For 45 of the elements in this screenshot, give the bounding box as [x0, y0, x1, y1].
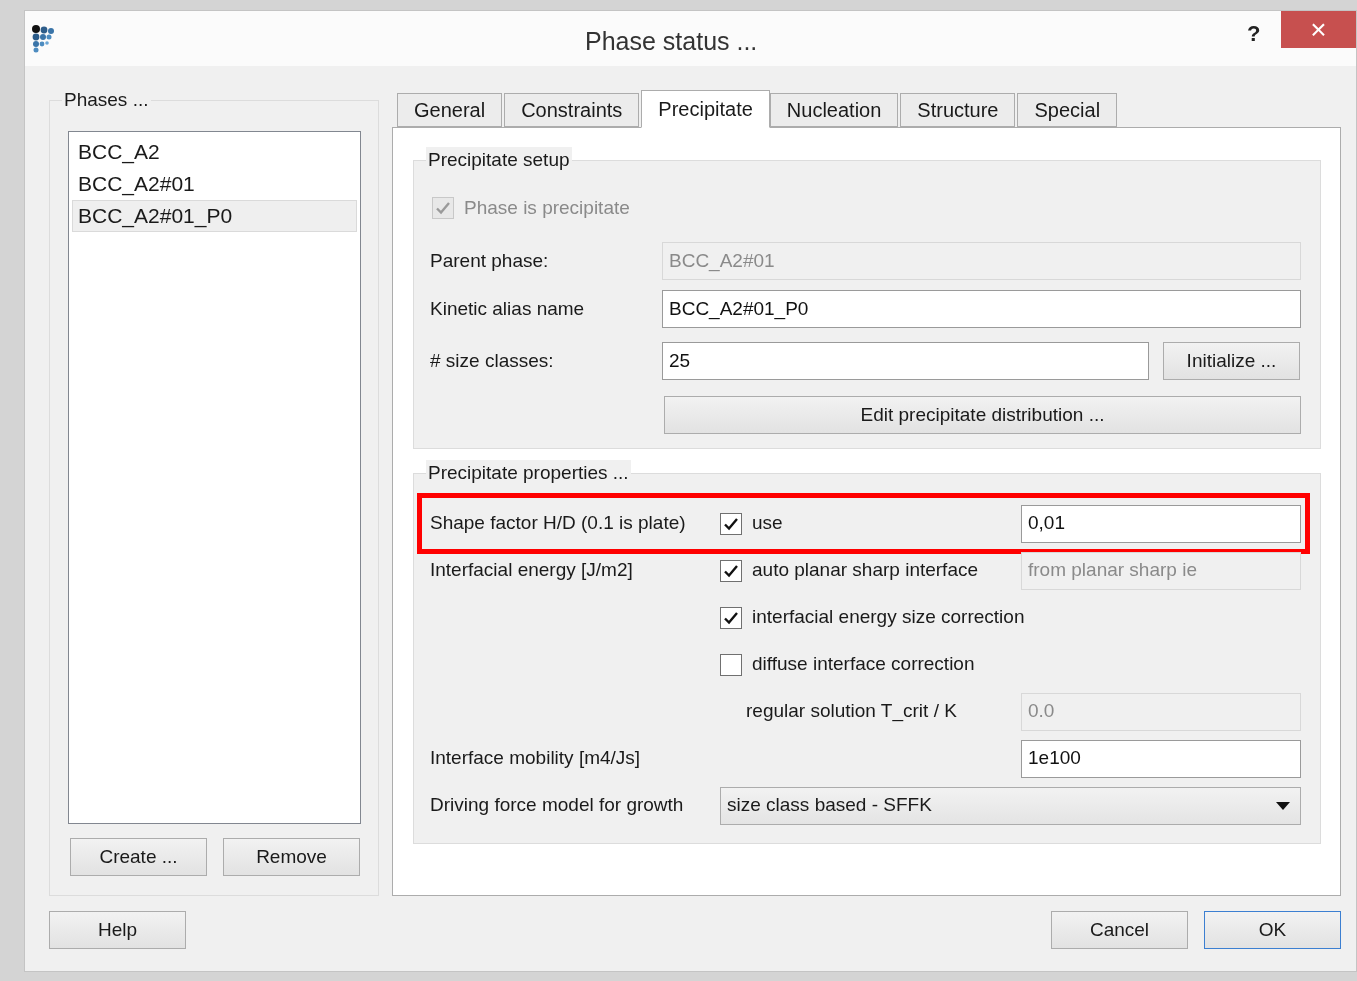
input-field[interactable]: 1e100 — [1021, 739, 1301, 778]
help-button[interactable]: Help — [49, 911, 186, 949]
list-item[interactable]: BCC_A2#01 — [72, 168, 357, 200]
field-label: # size classes: — [430, 348, 555, 373]
list-item[interactable]: BCC_A2 — [72, 136, 357, 168]
tab[interactable]: Nucleation — [769, 93, 899, 127]
field-label: regular solution T_crit / K — [745, 699, 958, 724]
input-field[interactable]: 0,01 — [1021, 504, 1301, 543]
field-label: Interfacial energy [J/m2] — [430, 558, 634, 583]
field-label: Driving force model for growth — [430, 793, 685, 818]
close-button[interactable]: × — [1281, 11, 1356, 48]
dropdown-arrow-icon — [1276, 801, 1290, 810]
checkbox-label: use — [752, 511, 783, 536]
create-button[interactable]: Create ... — [70, 838, 207, 876]
field-label: Kinetic alias name — [430, 296, 586, 321]
field-label: Interface mobility [m4/Js] — [430, 746, 642, 771]
field-label: Shape factor H/D (0.1 is plate) — [430, 511, 687, 536]
list-item[interactable]: BCC_A2#01_P0 — [72, 200, 357, 232]
checkbox-label: diffuse interface correction — [752, 652, 975, 677]
checkbox-label: auto planar sharp interface — [752, 558, 979, 583]
tab[interactable]: Structure — [900, 93, 1016, 127]
window-title: Phase status ... — [585, 26, 758, 57]
checkbox[interactable] — [720, 606, 742, 629]
checkbox[interactable] — [720, 512, 742, 535]
ok-button[interactable]: OK — [1204, 911, 1341, 949]
initialize-button[interactable]: Initialize ... — [1163, 342, 1300, 380]
checkbox[interactable] — [720, 653, 742, 676]
field-label: Parent phase: — [430, 248, 550, 273]
dropdown-value: size class based - SFFK — [727, 793, 933, 818]
tab[interactable]: Special — [1017, 93, 1118, 127]
tab[interactable]: Constraints — [504, 93, 640, 127]
check-icon — [435, 200, 451, 216]
input-field[interactable]: BCC_A2#01_P0 — [662, 290, 1301, 328]
tab[interactable]: General — [397, 93, 503, 127]
remove-button[interactable]: Remove — [223, 838, 360, 876]
edit-distribution-button[interactable]: Edit precipitate distribution ... — [664, 396, 1301, 434]
input-field[interactable]: 25 — [662, 342, 1149, 380]
group-title: Precipitate setup — [426, 147, 572, 173]
help-button[interactable]: ? — [1247, 17, 1261, 50]
checkbox-label: interfacial energy size correction — [752, 605, 1025, 630]
group-title: Precipitate properties ... — [426, 460, 631, 486]
dropdown[interactable]: size class based - SFFK — [720, 786, 1301, 825]
tab[interactable]: Precipitate — [641, 90, 770, 128]
cancel-button[interactable]: Cancel — [1051, 911, 1188, 949]
checkbox-label: Phase is precipitate — [464, 195, 630, 220]
